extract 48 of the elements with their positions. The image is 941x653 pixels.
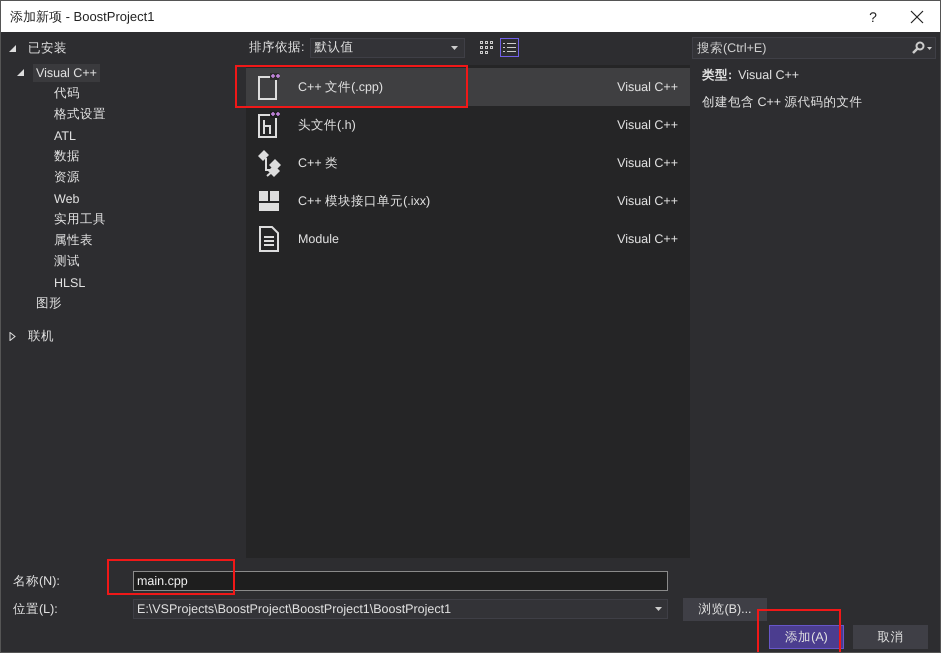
expand-icon[interactable] [9,332,17,341]
collapse-icon[interactable] [17,68,25,77]
name-label: 名称(N): [13,572,61,590]
help-button[interactable]: ? [848,8,898,24]
template-item[interactable]: C++ 类 Visual C++ [246,144,690,182]
tree-item[interactable]: 代码 [51,83,83,104]
tree-item[interactable]: 属性表 [51,230,96,251]
template-item[interactable]: C++ 文件(.cpp) Visual C++ [246,68,690,106]
location-dropdown[interactable]: E:\VSProjects\BoostProject\BoostProject1\BoostProject1 [133,599,668,619]
description-text: 创建包含 C++ 源代码的文件 [702,95,863,109]
search-field[interactable]: 搜索(Ctrl+E) [692,37,936,59]
list-view-button[interactable] [500,38,520,57]
dropdown-caret-icon [451,46,458,50]
tree-item[interactable]: 格式设置 [51,104,109,125]
sort-dropdown[interactable]: 默认值 [310,38,466,58]
cpp-file-icon [256,72,282,102]
name-field[interactable]: main.cpp [133,571,668,591]
template-item[interactable]: Module Visual C++ [246,220,690,258]
tree-item[interactable]: 实用工具 [51,209,109,230]
location-label: 位置(L): [13,600,59,618]
window-title: 添加新项 - BoostProject1 [10,8,156,26]
tree-item[interactable]: 数据 [51,146,83,167]
tree-item[interactable]: 测试 [51,251,83,272]
collapse-icon[interactable] [9,44,17,53]
list-icon [503,42,516,53]
document-icon [256,224,282,254]
cancel-button[interactable]: 取消 [853,625,928,649]
tree-item[interactable]: HLSL [51,274,88,292]
browse-button[interactable]: 浏览(B)... [683,598,767,620]
header-file-icon [256,110,282,140]
add-button[interactable]: 添加(A) [769,625,844,649]
search-icon[interactable] [911,41,933,55]
grid-icon [480,41,494,54]
sort-label: 排序依据: [249,39,304,56]
template-item[interactable]: 头文件(.h) Visual C++ [246,106,690,144]
close-icon[interactable] [910,10,924,24]
tree-item[interactable]: Visual C++ [33,64,100,82]
type-value: Visual C++ [738,68,800,82]
dropdown-caret-icon [655,607,662,611]
tree-item[interactable]: 资源 [51,167,83,188]
class-icon [256,148,282,178]
tree-item[interactable]: 联机 [25,326,57,347]
template-item[interactable]: C++ 模块接口单元(.ixx) Visual C++ [246,182,690,220]
tree-item[interactable]: 图形 [33,293,65,314]
tree-item[interactable]: 已安装 [25,38,70,59]
type-label: 类型: [702,68,732,82]
tree-item[interactable]: ATL [51,126,79,144]
tree-item[interactable]: Web [51,190,82,208]
